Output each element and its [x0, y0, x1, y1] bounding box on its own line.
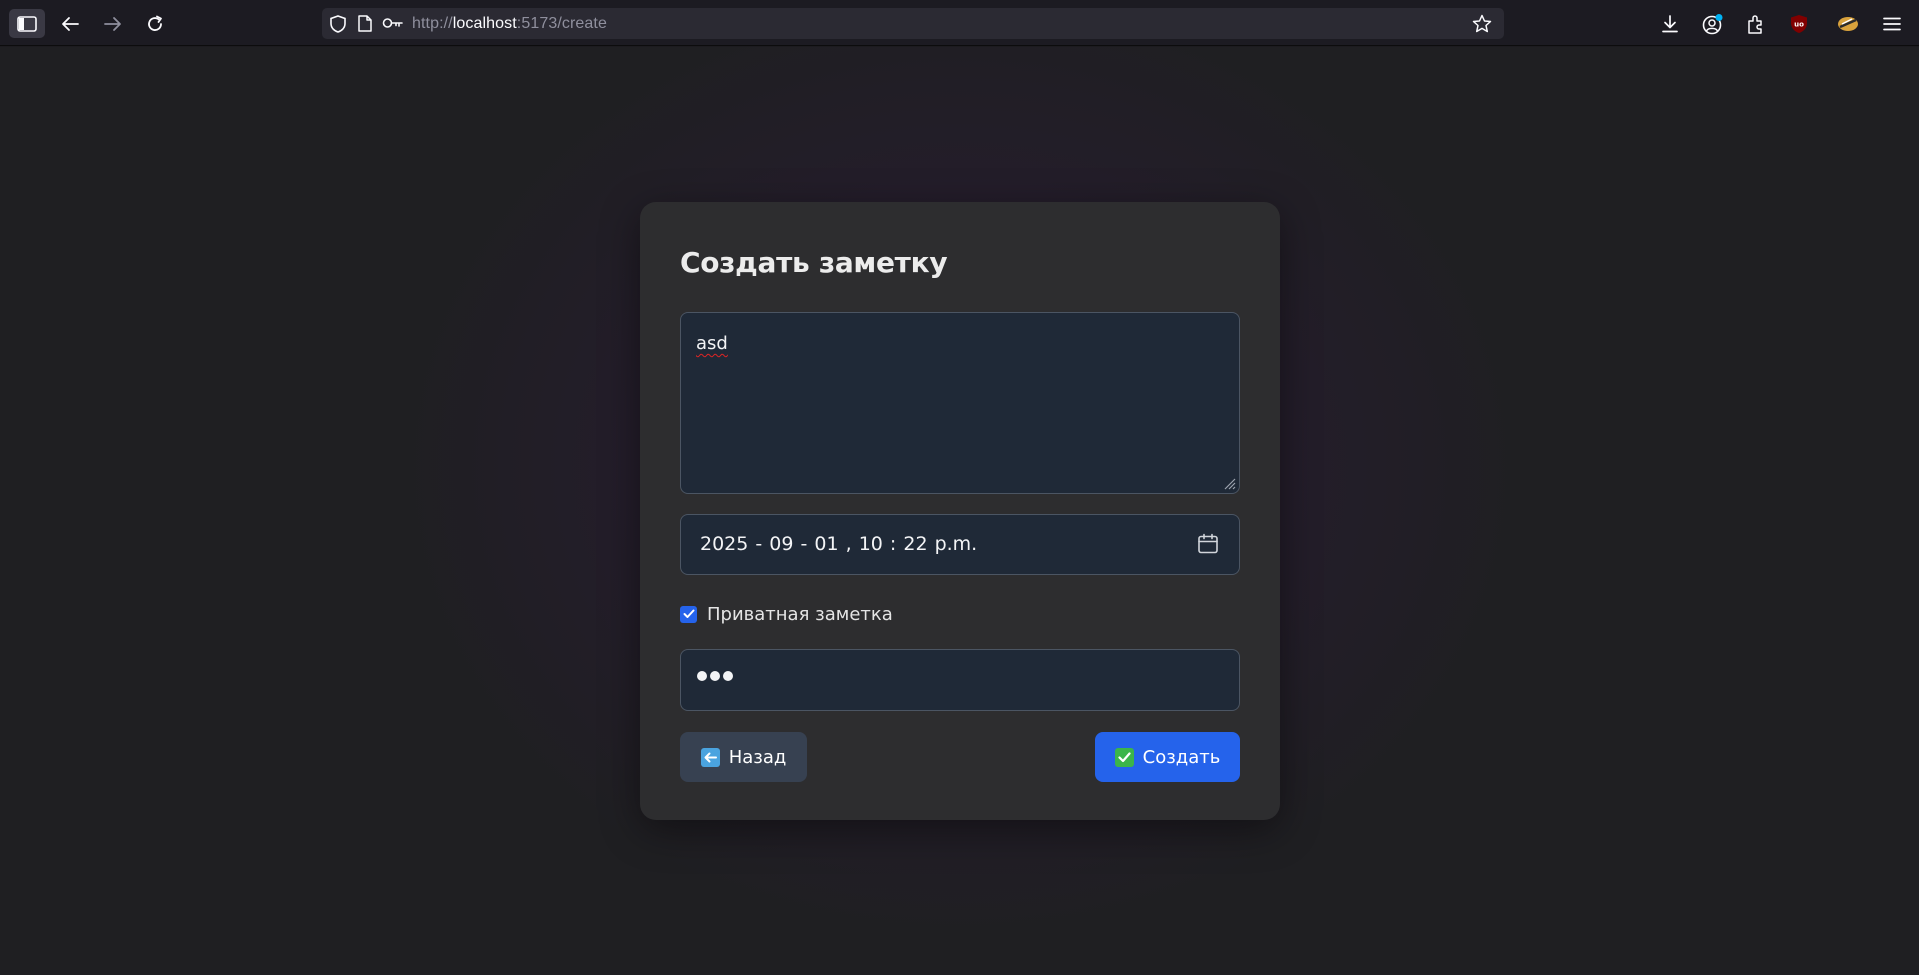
calendar-icon[interactable] — [1197, 533, 1219, 555]
note-text-value: asd — [696, 333, 728, 354]
back-arrow-emoji-icon — [700, 747, 720, 767]
private-checkbox[interactable] — [680, 605, 697, 623]
star-icon[interactable] — [1472, 14, 1492, 33]
downloads-button[interactable] — [1652, 9, 1688, 38]
url-path: :5173/create — [516, 15, 607, 32]
back-nav-button[interactable]: Назад — [680, 732, 807, 782]
note-text-area[interactable]: asd — [680, 312, 1240, 494]
url-text[interactable]: http://localhost:5173/create — [412, 15, 607, 33]
page-title: Создать заметку — [680, 246, 948, 279]
account-button[interactable] — [1695, 9, 1731, 38]
private-note-row[interactable]: Приватная заметка — [680, 602, 893, 626]
create-button[interactable]: Создать — [1095, 732, 1240, 782]
sidebar-toggle-button[interactable] — [9, 9, 45, 38]
reload-button[interactable] — [137, 9, 173, 38]
password-input[interactable] — [680, 649, 1240, 711]
page-icon[interactable] — [358, 15, 372, 32]
extensions-button[interactable] — [1738, 9, 1774, 38]
forward-button[interactable] — [95, 9, 131, 38]
reload-icon — [148, 15, 162, 31]
checkmark-icon — [683, 609, 694, 618]
address-bar[interactable]: http://localhost:5173/create — [322, 8, 1504, 39]
page-background: Создать заметку asd 2025 - 09 - 01 , 10 … — [0, 47, 1919, 975]
shield-icon[interactable] — [330, 15, 346, 33]
svg-text:uo: uo — [1794, 20, 1804, 28]
forward-arrow-icon — [104, 16, 121, 31]
url-scheme: http:// — [412, 15, 453, 32]
back-button[interactable] — [52, 9, 88, 38]
create-note-card: Создать заметку asd 2025 - 09 - 01 , 10 … — [640, 202, 1280, 820]
password-dot — [697, 671, 707, 681]
password-dot — [710, 671, 720, 681]
url-host: localhost — [452, 15, 517, 32]
extension-badge-icon — [1838, 16, 1858, 31]
extension-badge-button[interactable] — [1830, 9, 1866, 38]
key-icon[interactable] — [382, 15, 404, 31]
sidebar-icon — [17, 15, 37, 32]
menu-icon — [1883, 17, 1901, 30]
browser-toolbar: http://localhost:5173/create uo — [0, 0, 1919, 46]
datetime-input[interactable]: 2025 - 09 - 01 , 10 : 22 p.m. — [680, 514, 1240, 575]
resize-grip-icon[interactable] — [1222, 476, 1236, 490]
create-button-label: Создать — [1142, 746, 1221, 768]
ublock-button[interactable]: uo — [1781, 9, 1817, 38]
password-dot — [723, 671, 733, 681]
ublock-icon: uo — [1791, 14, 1807, 33]
datetime-value: 2025 - 09 - 01 , 10 : 22 p.m. — [700, 533, 978, 555]
download-icon — [1662, 14, 1678, 32]
back-arrow-icon — [62, 16, 79, 31]
extensions-icon — [1748, 14, 1762, 34]
back-button-label: Назад — [728, 746, 787, 768]
private-label: Приватная заметка — [707, 603, 893, 625]
password-dots — [697, 671, 733, 681]
menu-button[interactable] — [1874, 9, 1910, 38]
account-icon — [1702, 13, 1723, 34]
check-mark-emoji-icon — [1114, 747, 1134, 767]
